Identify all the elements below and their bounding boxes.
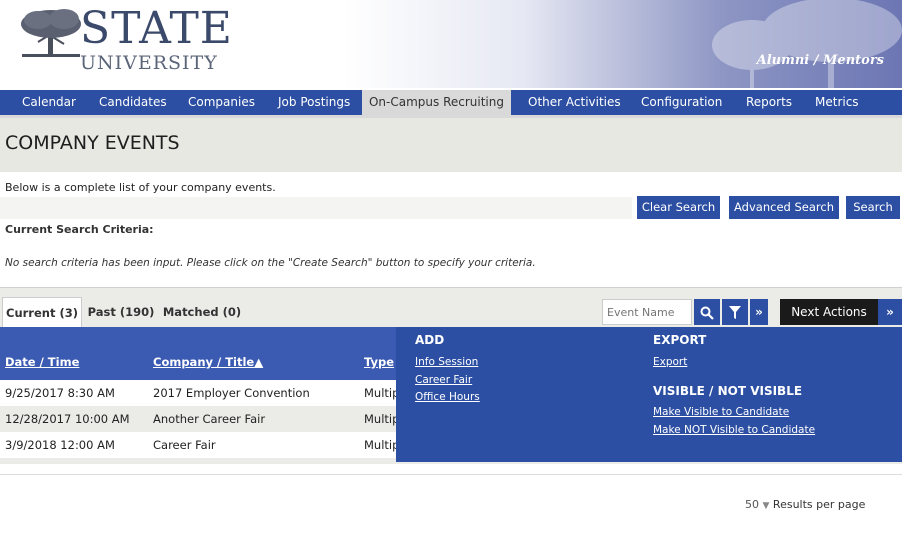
row-type: Multip	[364, 438, 400, 452]
menu-item-office-hours[interactable]: Office Hours	[415, 391, 480, 403]
nav-item-calendar[interactable]: Calendar	[22, 90, 76, 115]
portal-label: Alumni / Mentors	[756, 53, 884, 68]
nav-item-job-postings[interactable]: Job Postings	[278, 90, 350, 115]
nav-item-configuration[interactable]: Configuration	[641, 90, 722, 115]
menu-item-career-fair[interactable]: Career Fair	[415, 374, 472, 386]
per-page-value[interactable]: 50	[745, 498, 759, 511]
next-actions-chevron[interactable]: »	[878, 299, 902, 325]
nav-item-reports[interactable]: Reports	[746, 90, 792, 115]
menu-heading-visible: VISIBLE / NOT VISIBLE	[653, 384, 803, 398]
logo-university-text: UNIVERSITY	[80, 52, 218, 74]
search-button[interactable]: Search	[846, 196, 900, 219]
main-nav: Calendar Candidates Companies Job Postin…	[0, 90, 902, 115]
nav-item-other-activities[interactable]: Other Activities	[528, 90, 621, 115]
criteria-text: No search criteria has been input. Pleas…	[5, 257, 536, 269]
criteria-label: Current Search Criteria:	[5, 223, 154, 236]
page-title: COMPANY EVENTS	[5, 132, 180, 154]
filter-icon	[729, 305, 741, 319]
per-page-label: Results per page	[772, 498, 866, 511]
next-actions-button[interactable]: Next Actions	[780, 299, 878, 325]
column-header-company-title[interactable]: Company / Title▲	[153, 355, 263, 369]
clear-search-button[interactable]: Clear Search	[637, 196, 720, 219]
divider	[0, 474, 902, 475]
nav-item-candidates[interactable]: Candidates	[99, 90, 167, 115]
next-actions-menu: ADD Info Session Career Fair Office Hour…	[396, 327, 902, 462]
column-header-type[interactable]: Type	[364, 355, 394, 369]
tab-current[interactable]: Current (3)	[2, 297, 82, 327]
menu-item-make-not-visible[interactable]: Make NOT Visible to Candidate	[653, 424, 815, 436]
row-date: 12/28/2017 10:00 AM	[5, 412, 130, 426]
row-date: 3/9/2018 12:00 AM	[5, 438, 115, 452]
menu-heading-add: ADD	[415, 333, 445, 347]
site-header: STATE UNIVERSITY Alumni / Mentors	[0, 0, 902, 88]
logo-state-text: STATE	[80, 3, 233, 54]
trees-decoration	[712, 0, 902, 88]
chevron-down-icon[interactable]: ▼	[763, 501, 770, 511]
column-header-date[interactable]: Date / Time	[5, 355, 79, 369]
intro-strip	[0, 197, 632, 219]
row-type: Multip	[364, 412, 400, 426]
menu-item-info-session[interactable]: Info Session	[415, 356, 478, 368]
menu-heading-export: EXPORT	[653, 333, 707, 347]
tree-logo-icon	[21, 9, 81, 57]
results-per-page[interactable]: 50 ▼ Results per page	[745, 498, 865, 511]
advanced-search-button[interactable]: Advanced Search	[729, 196, 839, 219]
intro-text: Below is a complete list of your company…	[5, 181, 276, 194]
search-icon-button[interactable]	[694, 299, 720, 325]
row-title: Career Fair	[153, 438, 216, 452]
expand-filter-button[interactable]: »	[750, 299, 768, 325]
tab-past[interactable]: Past (190)	[84, 297, 158, 327]
row-title: 2017 Employer Convention	[153, 386, 310, 400]
event-name-input[interactable]	[602, 299, 692, 325]
row-type: Multip	[364, 386, 400, 400]
row-title: Another Career Fair	[153, 412, 266, 426]
menu-item-make-visible[interactable]: Make Visible to Candidate	[653, 406, 789, 418]
nav-item-on-campus-recruiting[interactable]: On-Campus Recruiting	[362, 90, 511, 115]
menu-item-export[interactable]: Export	[653, 356, 687, 368]
row-date: 9/25/2017 8:30 AM	[5, 386, 115, 400]
search-icon	[700, 306, 714, 320]
filter-button[interactable]	[722, 299, 748, 325]
nav-item-metrics[interactable]: Metrics	[815, 90, 859, 115]
tab-matched[interactable]: Matched (0)	[160, 297, 244, 327]
nav-item-companies[interactable]: Companies	[188, 90, 255, 115]
